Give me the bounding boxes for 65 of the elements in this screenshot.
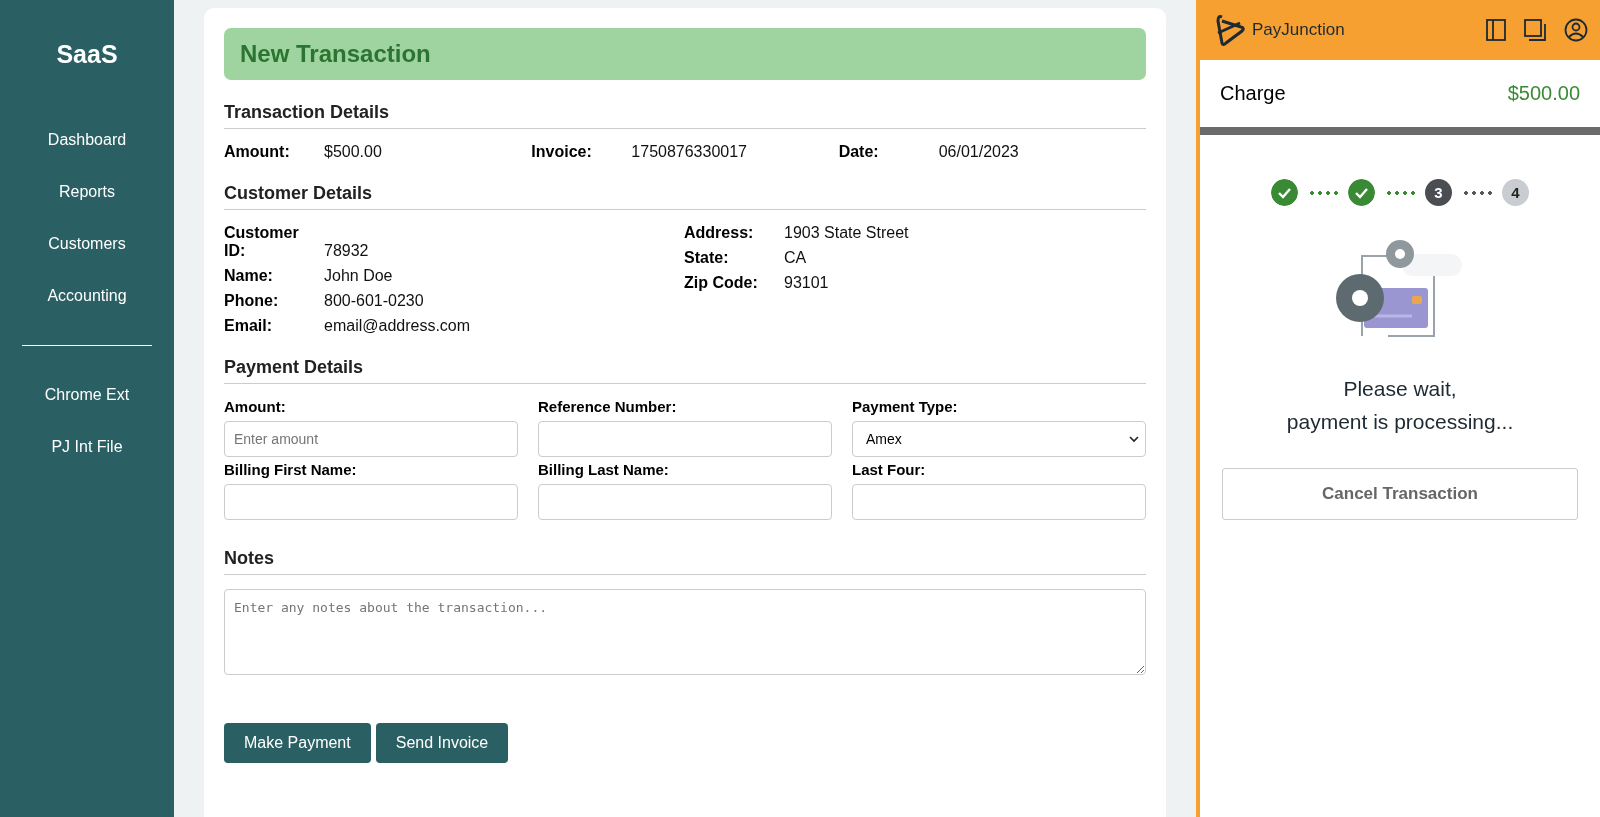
nav-link[interactable]: PJ Int File	[51, 438, 123, 456]
field-label: Invoice:	[531, 143, 593, 161]
step-complete-icon	[1348, 179, 1375, 206]
status-message: Please wait,	[1342, 376, 1458, 402]
input-field[interactable]	[852, 484, 1146, 520]
step-complete-icon	[1271, 179, 1298, 206]
cancel-transaction-button[interactable]: Cancel Transaction	[1222, 468, 1578, 520]
section-heading: Payment Details	[224, 357, 1146, 384]
status-message: payment is processing...	[1286, 409, 1514, 435]
nav-link[interactable]: Accounting	[47, 287, 127, 305]
field-value: $500.00	[324, 143, 382, 161]
field-label: Reference Number:	[538, 398, 678, 415]
field-value: email@address.com	[324, 317, 472, 335]
field-label: Zip Code:	[684, 274, 759, 292]
field-label: Billing Last Name:	[538, 461, 670, 478]
step-connector	[1462, 190, 1492, 195]
brand-logo-icon	[1214, 13, 1246, 47]
field-value: CA	[784, 249, 808, 267]
brand-name: PayJunction	[1252, 20, 1345, 40]
nav-link[interactable]: Customers	[48, 235, 126, 253]
field-label: Last Four:	[852, 461, 927, 478]
field-value: 06/01/2023	[938, 143, 1019, 161]
field-label: Billing First Name:	[224, 461, 358, 478]
field-label: Amount:	[224, 398, 287, 415]
page-title: New Transaction	[224, 28, 1146, 80]
input-field[interactable]	[538, 484, 832, 520]
field-label: Amount:	[224, 143, 291, 161]
step-connector	[1308, 190, 1338, 195]
field-label: Name:	[224, 267, 274, 285]
nav-link[interactable]: Chrome Ext	[44, 386, 130, 404]
action-button[interactable]: Send Invoice	[375, 723, 509, 763]
field-label: Payment Type:	[852, 398, 959, 415]
field-value: 1903 State Street	[784, 224, 910, 242]
payment-type-dropdown[interactable]: Amex	[852, 421, 1146, 457]
window-copy-icon[interactable]	[1524, 19, 1546, 41]
input-field[interactable]: Enter amount	[224, 421, 518, 457]
chevron-down-icon	[1129, 435, 1139, 443]
step-number: 4	[1502, 179, 1529, 206]
action-button[interactable]: Make Payment	[224, 723, 371, 763]
field-label: Customer ID:	[224, 224, 300, 260]
step-number: 3	[1425, 179, 1452, 206]
section-heading: Transaction Details	[224, 102, 1146, 129]
field-label: Address:	[684, 224, 755, 242]
field-label: Date:	[838, 143, 880, 161]
app-logo: SaaS	[56, 40, 118, 69]
field-label: State:	[684, 249, 730, 267]
input-field[interactable]	[224, 484, 518, 520]
step-connector	[1385, 190, 1415, 195]
sidebar-layout-icon[interactable]	[1486, 19, 1506, 41]
section-heading: Notes	[224, 548, 1146, 575]
user-account-icon[interactable]	[1564, 18, 1588, 42]
notes-field[interactable]: Enter any notes about the transaction...	[224, 589, 1146, 675]
section-heading: Customer Details	[224, 183, 1146, 210]
field-value: John Doe	[324, 267, 394, 285]
field-value: 1750876330017	[631, 143, 747, 161]
input-field[interactable]	[538, 421, 832, 457]
field-value: 78932	[324, 242, 370, 260]
charge-amount: $500.00	[1507, 82, 1580, 105]
field-label: Phone:	[224, 292, 280, 310]
field-value: 800-601-0230	[324, 292, 425, 310]
nav-link[interactable]: Dashboard	[47, 131, 127, 149]
field-label: Email:	[224, 317, 273, 335]
field-value: 93101	[784, 274, 830, 292]
charge-label: Charge	[1220, 82, 1286, 105]
nav-link[interactable]: Reports	[59, 183, 115, 201]
